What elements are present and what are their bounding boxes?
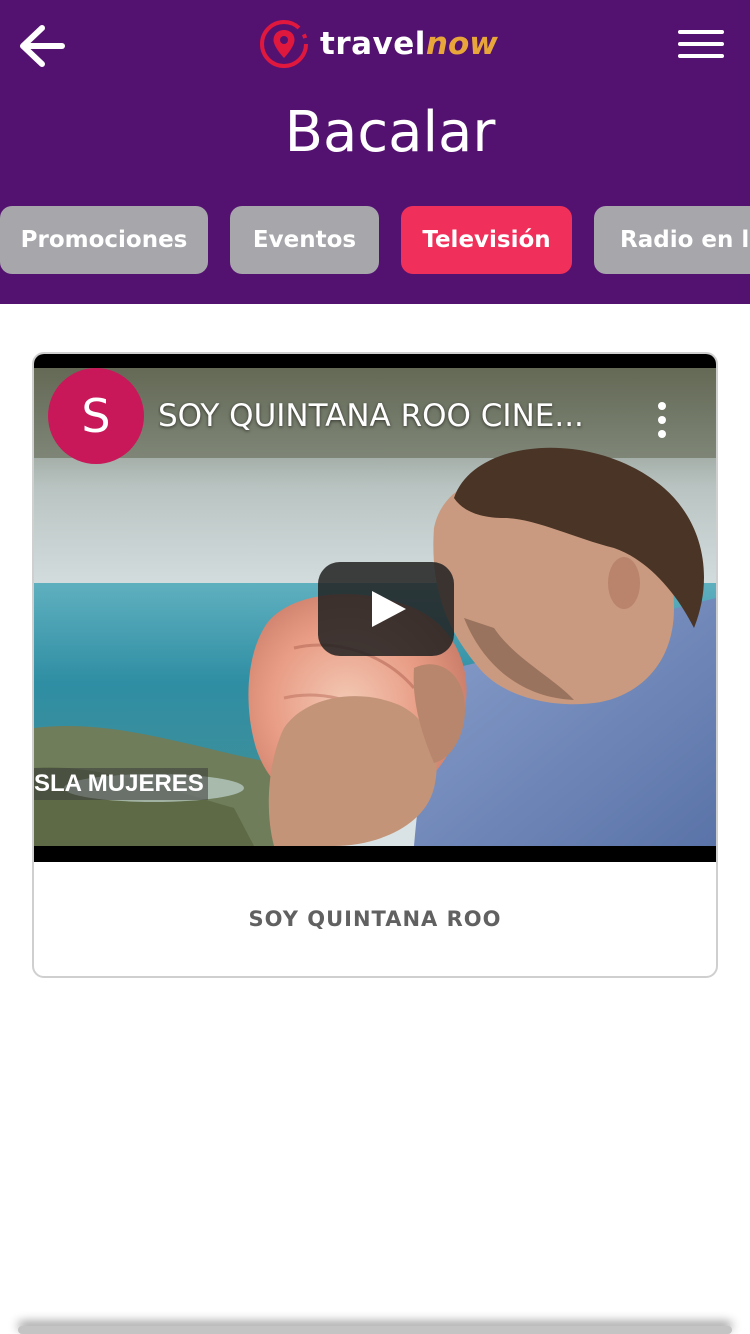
tab-television[interactable]: Televisión bbox=[401, 206, 572, 274]
video-player[interactable]: S SOY QUINTANA ROO CINE... SLA MUJERES bbox=[34, 354, 716, 862]
back-button[interactable] bbox=[14, 18, 70, 74]
vertical-dots-icon[interactable] bbox=[644, 400, 680, 440]
logo-text-now: now bbox=[425, 25, 498, 62]
video-title[interactable]: SOY QUINTANA ROO CINE... bbox=[158, 396, 628, 436]
bottom-sheet-edge bbox=[18, 1326, 732, 1334]
map-pin-icon bbox=[260, 20, 308, 68]
logo-text-travel: travel bbox=[320, 25, 426, 62]
tab-eventos[interactable]: Eventos bbox=[230, 206, 379, 274]
hamburger-menu-icon bbox=[678, 26, 724, 62]
tab-promociones[interactable]: Promociones bbox=[0, 206, 208, 274]
channel-avatar[interactable]: S bbox=[48, 368, 144, 464]
menu-button[interactable] bbox=[672, 20, 730, 68]
category-tabs: Promociones Eventos Televisión Radio en … bbox=[0, 206, 750, 274]
page-title: Bacalar bbox=[284, 100, 496, 165]
video-card: S SOY QUINTANA ROO CINE... SLA MUJERES S… bbox=[32, 352, 718, 978]
app-header: travel now Bacalar Promociones Eventos Te… bbox=[0, 0, 750, 304]
arrow-left-icon bbox=[20, 25, 65, 67]
tab-radio-en-linea[interactable]: Radio en lín bbox=[594, 206, 750, 274]
travelnow-logo[interactable]: travel now bbox=[258, 16, 498, 72]
youtube-play-icon[interactable] bbox=[318, 562, 454, 656]
video-caption: SOY QUINTANA ROO bbox=[248, 907, 502, 931]
video-location-caption: SLA MUJERES bbox=[34, 768, 208, 800]
